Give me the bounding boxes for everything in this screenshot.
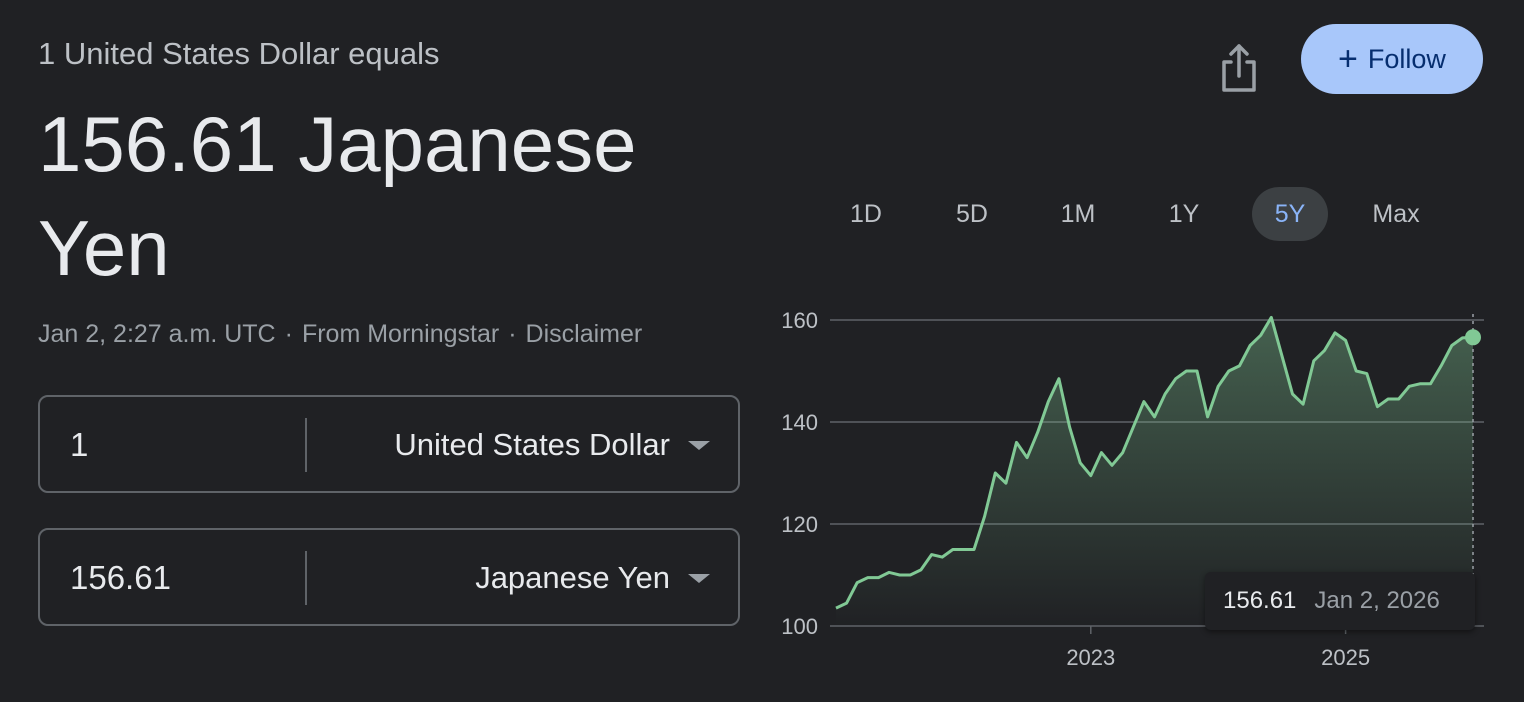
tooltip-date: Jan 2, 2026 <box>1314 587 1440 614</box>
to-currency-row: Japanese Yen <box>38 528 740 626</box>
tab-range-max[interactable]: Max <box>1358 187 1434 241</box>
to-currency-select[interactable]: Japanese Yen <box>475 530 670 626</box>
share-button[interactable] <box>1212 38 1266 98</box>
y-tick-label: 160 <box>781 308 818 333</box>
chart-tooltip: 156.61 Jan 2, 2026 <box>1205 572 1475 630</box>
tab-range-1d[interactable]: 1D <box>828 187 904 241</box>
tab-range-1y[interactable]: 1Y <box>1146 187 1222 241</box>
quote-meta: Jan 2, 2:27 a.m. UTC · From Morningstar · Di… <box>38 320 642 349</box>
quote-source: From Morningstar <box>301 320 500 348</box>
from-currency-select[interactable]: United States Dollar <box>394 397 670 493</box>
x-tick-label: 2023 <box>1066 645 1115 670</box>
tab-range-5y[interactable]: 5Y <box>1252 187 1328 241</box>
chevron-down-icon[interactable] <box>688 574 710 583</box>
to-amount-input[interactable] <box>70 530 300 626</box>
follow-label: Follow <box>1367 43 1446 74</box>
chart-current-point <box>1465 329 1481 346</box>
conversion-subtitle: 1 United States Dollar equals <box>38 36 440 71</box>
tab-range-5d[interactable]: 5D <box>934 187 1010 241</box>
y-tick-label: 120 <box>781 512 818 537</box>
chevron-down-icon[interactable] <box>688 441 710 450</box>
meta-separator: · <box>508 320 517 348</box>
y-tick-label: 140 <box>781 410 818 435</box>
currency-converter-card: 1 United States Dollar equals 156.61 Jap… <box>0 0 1524 702</box>
x-tick-label: 2025 <box>1321 645 1370 670</box>
share-icon <box>1222 44 1256 92</box>
meta-separator: · <box>284 320 293 348</box>
from-amount-input[interactable] <box>70 397 300 493</box>
plus-icon: + <box>1338 40 1358 78</box>
disclaimer-link[interactable]: Disclaimer <box>526 320 643 348</box>
quote-timestamp: Jan 2, 2:27 a.m. UTC <box>38 320 276 348</box>
from-currency-row: United States Dollar <box>38 395 740 493</box>
follow-button[interactable]: + Follow <box>1301 24 1483 94</box>
y-tick-label: 100 <box>781 614 818 639</box>
tab-range-1m[interactable]: 1M <box>1040 187 1116 241</box>
field-divider <box>305 418 307 472</box>
tooltip-value: 156.61 <box>1223 587 1297 614</box>
field-divider <box>305 551 307 605</box>
conversion-result-headline: 156.61 Japanese Yen <box>38 100 637 292</box>
